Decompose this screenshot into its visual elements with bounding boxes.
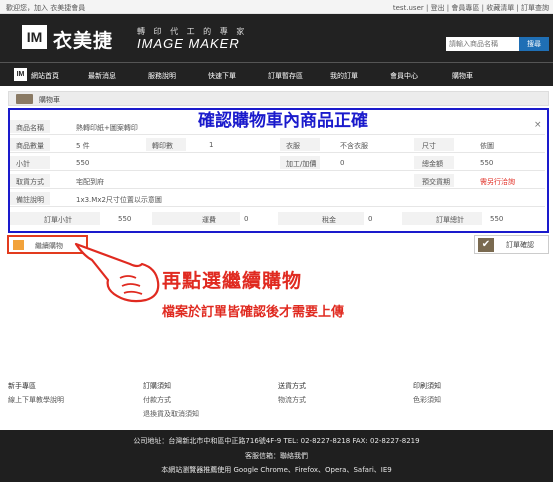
top-bar: 歡迎您，加入 衣美捷會員 test.user | 登出 | 會員專區 | 收藏清… (0, 0, 553, 14)
search-input[interactable] (446, 37, 519, 51)
cart-icon (16, 94, 33, 104)
subtotal-value: 550 (76, 159, 90, 167)
search-button[interactable]: 搜尋 (519, 37, 549, 51)
checkbox-icon: ✔ (478, 238, 494, 252)
brand-name-en: IMAGE MAKER (137, 36, 240, 51)
footer-link[interactable]: 物流方式 (278, 393, 306, 407)
total-value: 550 (480, 159, 494, 167)
annotation-upload-note: 檔案於訂單皆確認後才需要上傳 (162, 305, 345, 320)
remove-item-icon[interactable]: × (534, 120, 542, 130)
nav-quick-order[interactable]: 快速下單 (208, 71, 236, 81)
qty-label: 商品數量 (16, 142, 44, 150)
footer-col-beginner: 新手專區 線上下單教學說明 (8, 379, 64, 407)
main-nav: IM 網站首頁 最新消息 服務說明 快速下單 訂單暫存區 我的訂單 會員中心 購… (0, 62, 553, 86)
pointing-hand-icon (74, 242, 160, 303)
product-name-value: 熱轉印紙+圖案轉印 (76, 124, 138, 132)
row-delivery: 取貨方式 宅配到府 預交貨期 需另行洽詢 (10, 172, 545, 189)
shipping-label: 運費 (202, 216, 216, 224)
size-value: 依圖 (480, 142, 494, 150)
processing-value: 0 (340, 159, 345, 167)
row-order-totals: 訂單小計 550 運費 0 稅金 0 訂單總計 550 (10, 210, 545, 227)
total-label: 總金額 (422, 160, 443, 168)
continue-shopping-label: 繼續購物 (35, 242, 63, 250)
note-label: 備註說明 (16, 196, 44, 204)
subtotal-label: 小計 (16, 160, 30, 168)
footer-link[interactable]: 線上下單教學說明 (8, 393, 64, 407)
footer-heading: 新手專區 (8, 382, 36, 390)
shipping-value: 0 (244, 215, 249, 223)
order-total-label: 訂單總計 (436, 216, 464, 224)
footer-heading: 訂購須知 (143, 382, 171, 390)
site-header: IM 衣美捷 轉 印 代 工 的 專 家 IMAGE MAKER 搜尋 (0, 14, 553, 62)
cart-section-header: 購物車 (8, 91, 549, 106)
lead-time-value: 需另行洽詢 (480, 178, 515, 186)
footer-col-printing: 印刷須知 色彩須知 (413, 379, 441, 407)
footer-heading: 送貨方式 (278, 382, 306, 390)
cart-title: 購物車 (39, 96, 60, 104)
nav-my-orders[interactable]: 我的訂單 (330, 71, 358, 81)
nav-home[interactable]: 網站首頁 (31, 71, 59, 81)
order-total-value: 550 (490, 215, 504, 223)
row-subtotal: 小計 550 加工/加價 0 總金額 550 (10, 154, 545, 171)
footer-col-shipping: 送貨方式 物流方式 (278, 379, 306, 407)
footer-service[interactable]: 客服信箱：聯絡我們 (0, 451, 553, 461)
tax-label: 稅金 (322, 216, 336, 224)
cart-arrow-icon (13, 240, 24, 250)
tax-value: 0 (368, 215, 373, 223)
order-subtotal-label: 訂單小計 (44, 216, 72, 224)
clothes-label: 衣服 (286, 142, 300, 150)
logo-icon[interactable]: IM (22, 25, 47, 49)
confirm-order-button[interactable]: ✔ 訂單確認 (474, 235, 549, 254)
qty-value: 5 件 (76, 142, 90, 150)
delivery-value: 宅配到府 (76, 178, 104, 186)
order-subtotal-value: 550 (118, 215, 132, 223)
row-qty: 商品數量 5 件 轉印數 1 衣服 不含衣服 尺寸 依圖 (10, 136, 545, 153)
note-value: 1x3.Mx2尺寸位置以示意圖 (76, 196, 162, 204)
delivery-label: 取貨方式 (16, 178, 44, 186)
product-name-label: 商品名稱 (16, 124, 44, 132)
print-count-value: 1 (209, 141, 214, 149)
label-bg (152, 212, 240, 225)
home-logo-icon[interactable]: IM (14, 68, 27, 81)
row-note: 備註說明 1x3.Mx2尺寸位置以示意圖 (10, 190, 545, 207)
account-links[interactable]: test.user | 登出 | 會員專區 | 收藏清單 | 訂單查詢 (393, 3, 549, 13)
overlay-instruction-title: 確認購物車內商品正確 (198, 111, 368, 131)
nav-news[interactable]: 最新消息 (88, 71, 116, 81)
footer-heading: 印刷須知 (413, 382, 441, 390)
nav-cart[interactable]: 購物車 (452, 71, 473, 81)
nav-member[interactable]: 會員中心 (390, 71, 418, 81)
footer-browser-note: 本網站瀏覽器推薦使用 Google Chrome、Firefox、Opera、S… (161, 466, 392, 474)
site-footer: 公司地址：台灣新北市中和區中正路716號4F-9 TEL: 02-8227-82… (0, 430, 553, 482)
size-label: 尺寸 (422, 142, 436, 150)
footer-link[interactable]: 色彩須知 (413, 393, 441, 407)
lead-time-label: 預交貨期 (422, 178, 450, 186)
nav-order-draft[interactable]: 訂單暫存區 (268, 71, 303, 81)
print-count-label: 轉印數 (152, 142, 173, 150)
clothes-value: 不含衣服 (340, 142, 368, 150)
annotation-continue-shopping: 再點選繼續購物 (162, 270, 303, 292)
confirm-order-label: 訂單確認 (506, 241, 534, 249)
brand-name: 衣美捷 (53, 30, 114, 52)
footer-links: 新手專區 線上下單教學說明 訂購須知 付款方式 退換貨及取消須知 送貨方式 物流… (0, 371, 553, 430)
footer-link[interactable]: 付款方式 (143, 393, 199, 407)
footer-address: 公司地址：台灣新北市中和區中正路716號4F-9 TEL: 02-8227-82… (133, 437, 420, 445)
label-bg (278, 212, 364, 225)
nav-service[interactable]: 服務說明 (148, 71, 176, 81)
footer-link[interactable]: 退換貨及取消須知 (143, 407, 199, 421)
welcome-text: 歡迎您，加入 衣美捷會員 (6, 4, 86, 12)
footer-col-ordering: 訂購須知 付款方式 退換貨及取消須知 (143, 379, 199, 421)
processing-label: 加工/加價 (286, 160, 317, 168)
